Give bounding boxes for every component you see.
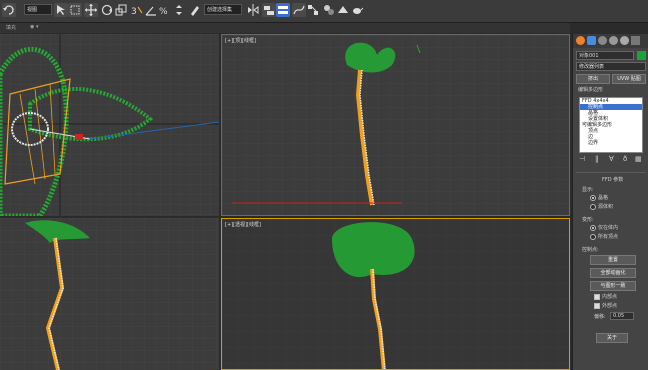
conform-to-shape-button[interactable]: 与图形一致 [590,281,636,291]
pin-stack-icon[interactable]: ⊣ [579,155,585,163]
all-vertices-label: 所有顶点 [598,234,619,240]
lattice-radio[interactable] [590,195,596,201]
object-name-field[interactable]: 对象001 [576,51,634,60]
material-editor-icon[interactable] [322,3,336,17]
uvw-map-button[interactable]: UVW 贴图 [612,74,646,84]
panel-tab-row [573,34,648,48]
all-vertices-radio[interactable] [590,234,596,240]
percent-snap-icon[interactable]: % [158,3,172,17]
layer-icon[interactable] [276,3,290,17]
selection-set-dropdown[interactable]: 创建选择集 [204,4,242,15]
outside-points-checkbox[interactable] [594,303,600,309]
viewport-top[interactable]: [+][顶][线框] [221,34,570,216]
display-tab-icon[interactable] [620,36,629,45]
object-color-swatch[interactable] [637,51,646,60]
selection-filter-dropdown[interactable]: 视图 [24,4,52,15]
curve-editor-icon[interactable] [292,3,306,17]
control-points-label: 控制点: [582,247,599,253]
modifier-stack[interactable]: FFD 4x4x4 控制点 晶格 设置体积 可编辑多边形 顶点 边 边界 [579,97,643,153]
hierarchy-tab-icon[interactable] [598,36,607,45]
scale-icon[interactable] [114,3,128,17]
teapot-icon[interactable] [350,3,364,17]
source-volume-label: 源体积 [598,204,614,210]
motion-tab-icon[interactable] [609,36,618,45]
viewport-perspective[interactable]: [+][透视][线框] [221,218,570,370]
command-panel: 对象001 修改器列表 挤出 UVW 贴图 编辑多边形 FFD 4x4x4 控制… [572,34,648,370]
svg-text:3: 3 [131,7,137,17]
ribbon-toggle-icon[interactable]: ◉ ▾ [30,24,38,30]
palm-front-view-2 [25,220,90,370]
mirror-icon[interactable] [246,3,260,17]
palm-side-view [0,46,219,216]
spinner-snap-icon[interactable] [172,3,186,17]
viewport-front[interactable] [0,218,219,370]
select-region-icon[interactable] [68,3,82,17]
move-icon[interactable] [84,3,98,17]
display-group-label: 显示: [582,187,594,193]
offset-label: 偏移: [594,314,606,320]
configure-sets-icon[interactable]: ▦ [635,155,642,163]
offset-input[interactable]: 0.05 [610,312,634,320]
schematic-icon[interactable] [306,3,320,17]
show-end-result-icon[interactable]: ‖ [595,155,599,163]
ribbon-label: 填充 [6,25,17,31]
ribbon-bar: 填充 ◉ ▾ [0,23,570,33]
modifier-list-dropdown[interactable]: 修改器列表 [576,62,646,71]
edit-poly-label[interactable]: 编辑多边形 [578,86,603,93]
snap-icon[interactable]: 3 [130,3,144,17]
svg-text:%: % [159,7,168,17]
ffd-rollout-title[interactable]: FFD 参数 [602,176,623,183]
stack-tool-row: ⊣ ‖ ∀ ð ▦ [579,155,643,164]
select-icon[interactable] [54,3,68,17]
named-selection-icon[interactable] [188,3,202,17]
lattice-radio-label: 晶格 [598,195,609,201]
palm-perspective-view [332,222,415,369]
reset-button[interactable]: 重置 [590,255,636,265]
rotate-icon[interactable] [100,3,114,17]
utilities-tab-icon[interactable] [631,36,640,45]
animate-all-button[interactable]: 全部动画化 [590,268,636,278]
align-icon[interactable] [262,3,276,17]
inside-volume-radio[interactable] [590,225,596,231]
deform-group-label: 变形: [582,217,594,223]
inside-volume-label: 仅在体内 [598,225,619,231]
source-volume-radio[interactable] [590,204,596,210]
ffd-rollout: FFD 参数 显示: 晶格 源体积 变形: 仅在体内 所有顶点 控制点: 重置 … [576,172,646,343]
extrude-button[interactable]: 挤出 [576,74,610,84]
main-toolbar: 视图 3 % 创建选择集 [0,0,648,23]
undo-icon[interactable] [2,3,16,17]
viewport-left[interactable] [0,34,219,216]
modify-tab-icon[interactable] [587,36,596,45]
make-unique-icon[interactable]: ∀ [609,155,614,163]
outside-points-label: 外部点 [602,303,618,309]
create-tab-icon[interactable] [576,36,585,45]
about-button[interactable]: 关于 [596,333,628,343]
inside-points-label: 内部点 [602,294,618,300]
remove-modifier-icon[interactable]: ð [623,155,627,163]
render-setup-icon[interactable] [336,3,350,17]
palm-front-view [232,42,421,206]
angle-snap-icon[interactable] [144,3,158,17]
inside-points-checkbox[interactable] [594,294,600,300]
stack-item[interactable]: 边界 [580,140,642,146]
